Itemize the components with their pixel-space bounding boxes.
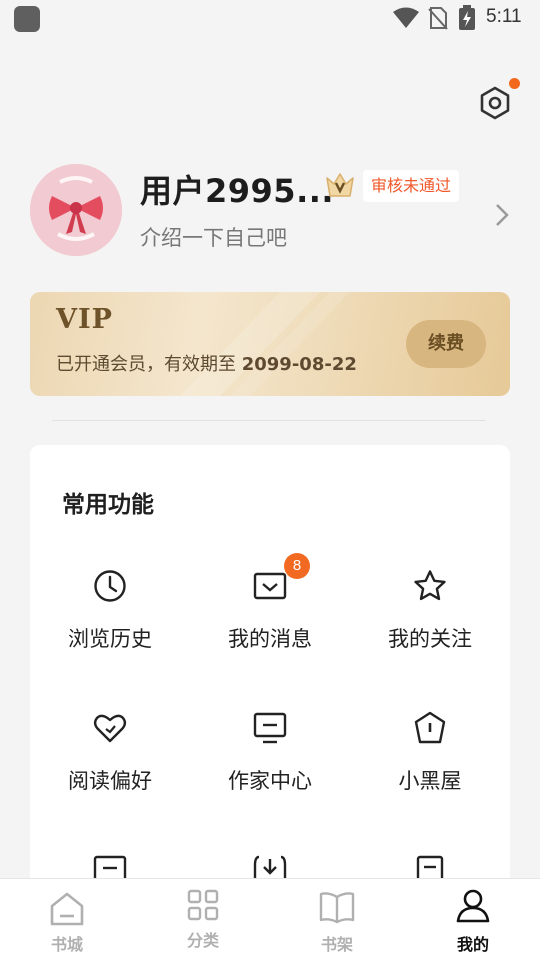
nav-label: 书架	[320, 935, 353, 954]
monitor-icon	[253, 712, 287, 744]
func-label: 浏览历史	[68, 627, 152, 651]
renew-button[interactable]: 续费	[406, 320, 486, 368]
book-icon	[319, 892, 355, 924]
pentagon-alert-icon	[414, 711, 446, 744]
message-icon	[253, 572, 287, 600]
vip-expiry-date: 2099-08-22	[241, 354, 357, 375]
common-functions-card: 常用功能 浏览历史 8 我的消息 我的关注 阅读偏好 作家中心 小黑屋	[30, 445, 510, 915]
func-label: 阅读偏好	[68, 769, 152, 793]
vip-description-prefix: 已开通会员，有效期至	[56, 354, 236, 375]
nav-bookshelf[interactable]: 书架	[297, 879, 377, 960]
nav-label: 书城	[50, 935, 83, 954]
func-item-row3-1[interactable]	[50, 855, 170, 878]
nav-mine[interactable]: 我的	[433, 879, 513, 960]
settings-notification-dot	[509, 78, 520, 89]
nav-category[interactable]: 分类	[163, 879, 243, 960]
bottom-nav: 书城 分类 书架 我的	[0, 878, 540, 960]
func-label: 作家中心	[228, 769, 312, 793]
func-writer-center[interactable]: 作家中心	[210, 711, 330, 821]
vip-card[interactable]: VIP 已开通会员，有效期至 2099-08-22 续费	[30, 292, 510, 396]
func-item-row3-2[interactable]	[210, 855, 330, 878]
message-count-badge: 8	[284, 553, 310, 579]
profile-bio[interactable]: 介绍一下自己吧	[140, 222, 287, 252]
note-icon	[416, 855, 444, 878]
func-blacklist[interactable]: 小黑屋	[370, 711, 490, 821]
no-sim-icon	[428, 7, 448, 30]
heart-icon	[93, 714, 127, 743]
grid-icon	[187, 889, 219, 921]
func-my-messages[interactable]: 8 我的消息	[210, 553, 330, 679]
nav-label: 分类	[186, 931, 219, 950]
settings-icon[interactable]	[476, 84, 514, 122]
document-icon	[93, 855, 127, 878]
chevron-right-icon[interactable]	[492, 202, 512, 228]
home-icon	[50, 892, 84, 926]
vip-description: 已开通会员，有效期至 2099-08-22	[56, 350, 357, 376]
avatar[interactable]	[30, 164, 122, 256]
vip-title: VIP	[56, 304, 113, 335]
clock-icon	[94, 570, 126, 602]
func-reading-preference[interactable]: 阅读偏好	[50, 711, 170, 821]
section-title: 常用功能	[62, 492, 154, 518]
func-my-follows[interactable]: 我的关注	[370, 569, 490, 679]
status-time: 5:11	[486, 6, 522, 27]
battery-charging-icon	[459, 5, 475, 30]
func-label: 小黑屋	[398, 769, 462, 793]
username[interactable]: 用户2995...	[140, 166, 334, 212]
func-browse-history[interactable]: 浏览历史	[50, 569, 170, 679]
divider	[52, 420, 486, 421]
nav-bookstore[interactable]: 书城	[27, 879, 107, 960]
func-item-row3-3[interactable]	[370, 855, 490, 878]
status-bar: 5:11	[0, 0, 540, 36]
app-icon	[14, 6, 40, 32]
func-label: 我的消息	[228, 627, 312, 651]
vip-crown-icon	[326, 173, 354, 197]
func-label: 我的关注	[388, 627, 472, 651]
profile-icon	[456, 889, 490, 923]
download-icon	[253, 855, 287, 878]
avatar-bow-image	[30, 164, 122, 256]
nav-label: 我的	[456, 935, 489, 954]
wifi-icon	[393, 7, 419, 28]
review-status-badge: 审核未通过	[363, 170, 460, 202]
star-icon	[414, 570, 446, 601]
